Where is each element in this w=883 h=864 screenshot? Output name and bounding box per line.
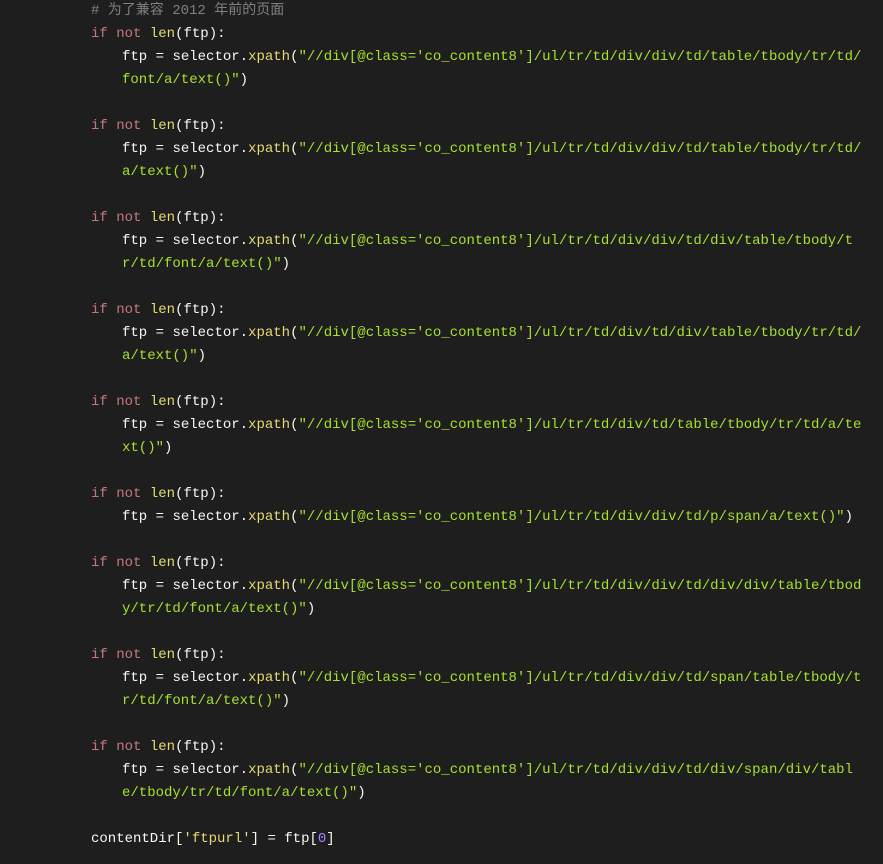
keyword-if: if [91,118,108,134]
code-line: # 为了兼容 2012 年前的页面 [0,0,883,23]
code-line: if not len(ftp): [0,23,883,46]
code-line: ftp = selector.xpath("//div[@class='co_c… [0,46,883,92]
code-line: if not len(ftp): [0,644,883,667]
code-line: if not len(ftp): [0,299,883,322]
blank-line [0,276,883,299]
comment: # 为了兼容 2012 年前的页面 [91,3,284,19]
code-line: ftp = selector.xpath("//div[@class='co_c… [0,138,883,184]
code-line: if not len(ftp): [0,207,883,230]
assign: = [259,831,284,847]
keyword-not: not [116,26,141,42]
blank-line [0,184,883,207]
bracket-open: [ [309,831,317,847]
code-line: if not len(ftp): [0,115,883,138]
code-editor[interactable]: # 为了兼容 2012 年前的页面 if not len(ftp): ftp =… [0,0,883,851]
code-line: ftp = selector.xpath("//div[@class='co_c… [0,414,883,460]
code-line: contentDir['ftpurl'] = ftp[0] [0,828,883,851]
function-len: len [150,118,175,134]
string-literal: "//div[@class='co_content8']/ul/tr/td/di… [298,509,844,525]
blank-line [0,368,883,391]
identifier: ftp [122,49,147,65]
blank-line [0,92,883,115]
function-xpath: xpath [248,49,290,65]
colon: : [217,26,225,42]
code-line: if not len(ftp): [0,736,883,759]
bracket-close: ] [326,831,334,847]
bracket-close: ] [251,831,259,847]
assign: = [147,49,172,65]
identifier: ftp [284,831,309,847]
code-line: ftp = selector.xpath("//div[@class='co_c… [0,759,883,805]
function-len: len [150,26,175,42]
identifier: ftp [183,26,208,42]
dot: . [240,49,248,65]
code-line: if not len(ftp): [0,391,883,414]
blank-line [0,460,883,483]
blank-line [0,529,883,552]
code-line: ftp = selector.xpath("//div[@class='co_c… [0,575,883,621]
keyword-if: if [91,26,108,42]
code-line: ftp = selector.xpath("//div[@class='co_c… [0,667,883,713]
blank-line [0,621,883,644]
code-line: ftp = selector.xpath("//div[@class='co_c… [0,230,883,276]
blank-line [0,713,883,736]
identifier: selector [172,49,239,65]
blank-line [0,805,883,828]
code-line: ftp = selector.xpath("//div[@class='co_c… [0,506,883,529]
code-line: ftp = selector.xpath("//div[@class='co_c… [0,322,883,368]
string-key: 'ftpurl' [183,831,250,847]
keyword-not: not [116,118,141,134]
paren-close: ) [240,72,248,88]
identifier: contentDir [91,831,175,847]
code-line: if not len(ftp): [0,552,883,575]
code-line: if not len(ftp): [0,483,883,506]
paren-close: ) [209,26,217,42]
